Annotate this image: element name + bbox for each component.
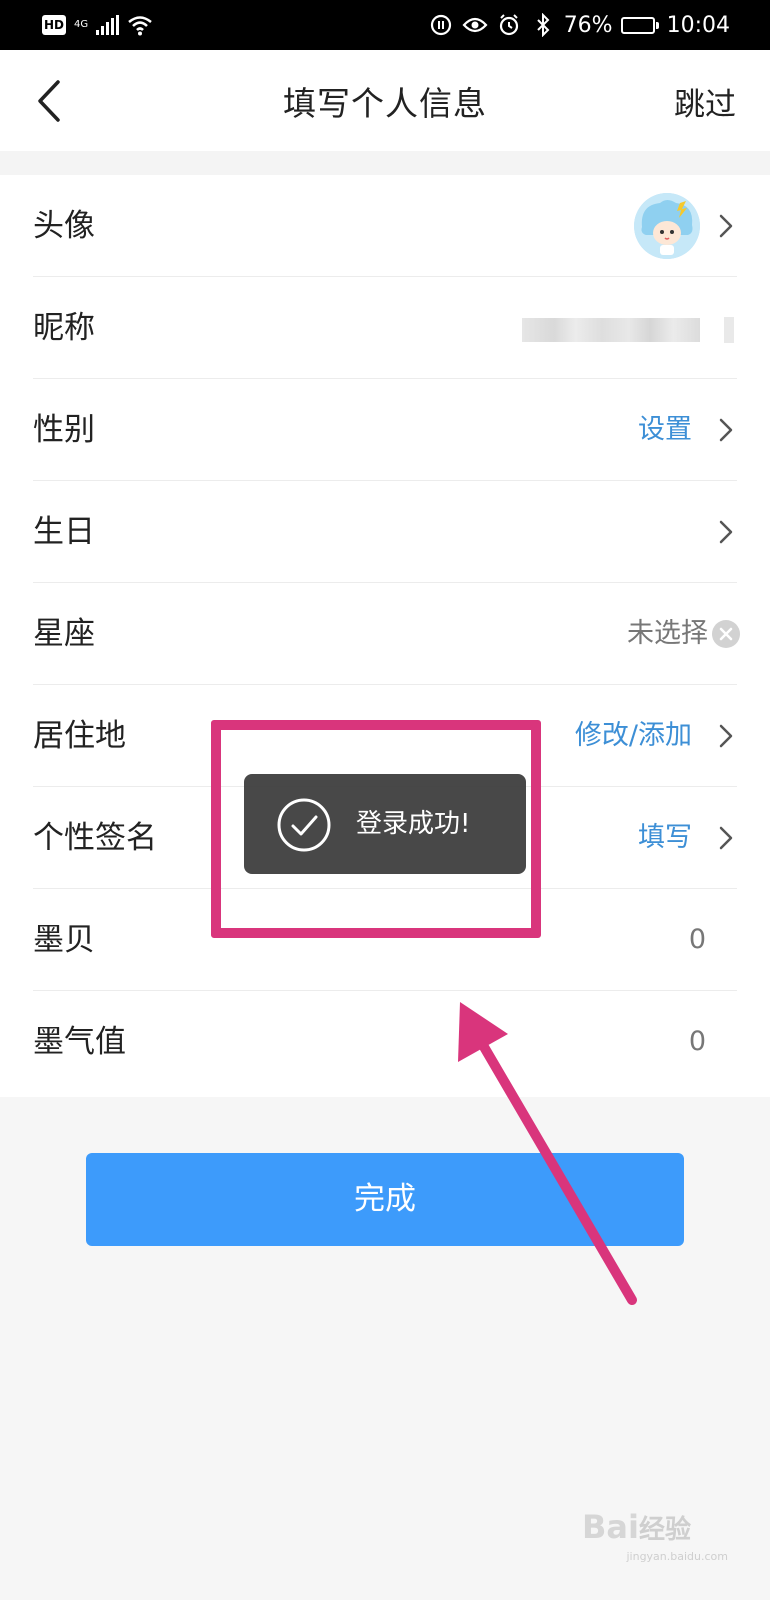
row-label: 墨气值 [33, 1024, 126, 1060]
constellation-value: 未选择 [627, 618, 708, 649]
avatar[interactable] [634, 193, 700, 259]
watermark-url: jingyan.baidu.com [626, 1550, 728, 1563]
signal-icon [96, 15, 119, 35]
row-label: 头像 [33, 208, 95, 244]
row-moqi: 墨气值 0 [0, 991, 770, 1093]
chevron-right-icon [719, 724, 733, 748]
data-saver-icon [428, 12, 454, 38]
row-label: 墨贝 [33, 922, 95, 958]
watermark-brand-cn: 经验 [638, 1515, 691, 1545]
row-avatar[interactable]: 头像 [0, 175, 770, 277]
row-constellation[interactable]: 星座 未选择 [0, 583, 770, 685]
battery-percent: 76% [563, 12, 613, 38]
chevron-right-icon [719, 418, 733, 442]
row-birthday[interactable]: 生日 [0, 481, 770, 583]
screen: HD 4G 76% 10:04 填写个人信息 跳过 头像 昵称 性别 设置 生日… [0, 0, 770, 1600]
watermark-brand: Bai [582, 1508, 639, 1546]
row-label: 性别 [33, 412, 95, 448]
row-label: 生日 [33, 514, 95, 550]
residence-value[interactable]: 修改/添加 [575, 685, 692, 787]
row-nickname[interactable]: 昵称 [0, 277, 770, 379]
blurred-arrow [724, 317, 734, 343]
baidu-jingyan-watermark: Bai经验 jingyan.baidu.com [582, 1508, 732, 1570]
mobei-value: 0 [688, 924, 706, 955]
chevron-right-icon [719, 214, 733, 238]
network-type: 4G [74, 19, 89, 30]
section-gap [0, 151, 770, 175]
status-bar: HD 4G 76% 10:04 [0, 0, 770, 50]
login-success-toast: 登录成功! [244, 774, 526, 874]
row-label: 昵称 [33, 310, 95, 346]
signature-value[interactable]: 填写 [638, 787, 692, 889]
battery-icon [620, 16, 659, 34]
row-gender[interactable]: 性别 设置 [0, 379, 770, 481]
row-label: 星座 [33, 616, 95, 652]
moqi-value: 0 [688, 1026, 706, 1057]
wifi-icon [127, 12, 153, 38]
blurred-nickname [522, 318, 700, 342]
clear-circle-icon[interactable] [712, 620, 740, 648]
toast-text: 登录成功! [356, 809, 471, 839]
bluetooth-icon [530, 12, 556, 38]
hd-badge: HD [42, 15, 66, 35]
gender-value[interactable]: 设置 [638, 379, 692, 481]
profile-form-list: 头像 昵称 性别 设置 生日 星座 未选择 居住地 修改/添加 个性签名 填写 … [0, 175, 770, 1097]
skip-button[interactable]: 跳过 [674, 79, 736, 124]
alarm-icon [496, 12, 522, 38]
page-title: 填写个人信息 [283, 84, 487, 123]
eye-comfort-icon [462, 12, 488, 38]
navigation-header: 填写个人信息 跳过 [0, 50, 770, 151]
chevron-right-icon [719, 520, 733, 544]
check-circle-icon [277, 798, 331, 852]
done-button[interactable]: 完成 [86, 1153, 684, 1246]
chevron-right-icon [719, 826, 733, 850]
row-label: 居住地 [33, 718, 126, 754]
row-label: 个性签名 [33, 820, 157, 856]
clock: 10:04 [666, 12, 730, 38]
